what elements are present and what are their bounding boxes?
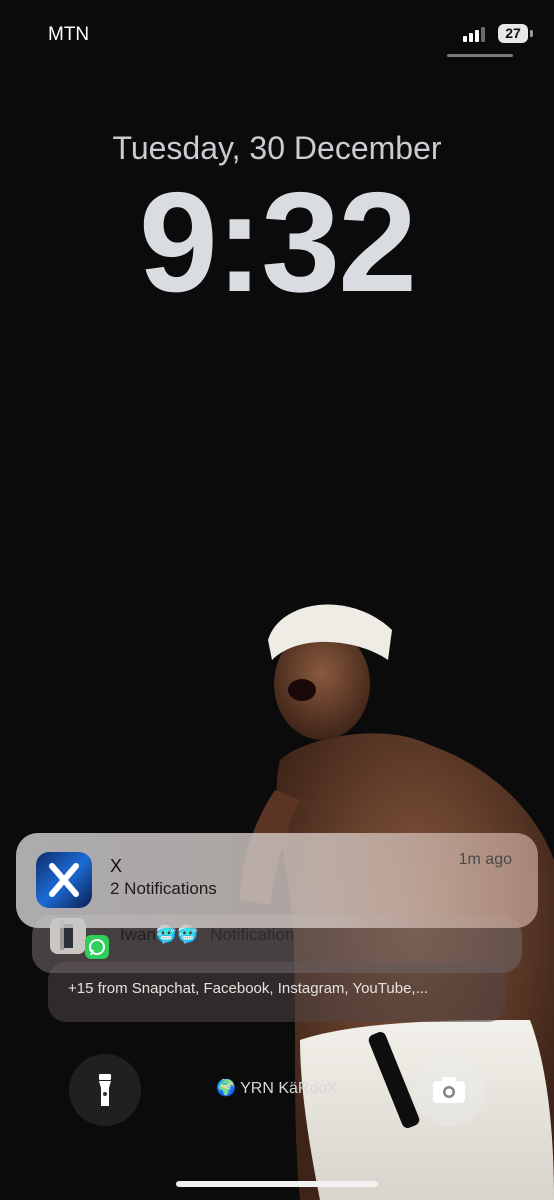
notification-time: 1m ago [458,851,512,868]
notification-body: 2 Notifications [110,879,217,898]
globe-icon: 🌍 [216,1080,236,1097]
cellular-signal-icon [463,26,491,42]
whatsapp-icon [85,935,109,959]
owner-name: YRN KäRdoX [240,1080,338,1097]
camera-icon [433,1077,465,1103]
whatsapp-notification-text: Iwan🥶🥶 Notification [120,925,294,945]
camera-button[interactable] [413,1054,485,1126]
status-bar: MTN 27 [0,0,554,70]
notification-summary-text: +15 from Snapchat, Facebook, Instagram, … [68,980,429,997]
notification-app-name: X [110,856,123,876]
carrier-label: MTN [48,24,90,45]
home-indicator[interactable] [176,1181,378,1187]
battery-tip [530,30,533,37]
x-app-icon [36,852,92,908]
notification-x[interactable]: X 2 Notifications 1m ago [16,833,538,928]
lock-date: Tuesday, 30 December [112,130,442,166]
control-center-indicator[interactable] [447,54,513,57]
battery-icon: 27 [498,24,528,43]
lock-time: 9:32 [138,163,417,322]
